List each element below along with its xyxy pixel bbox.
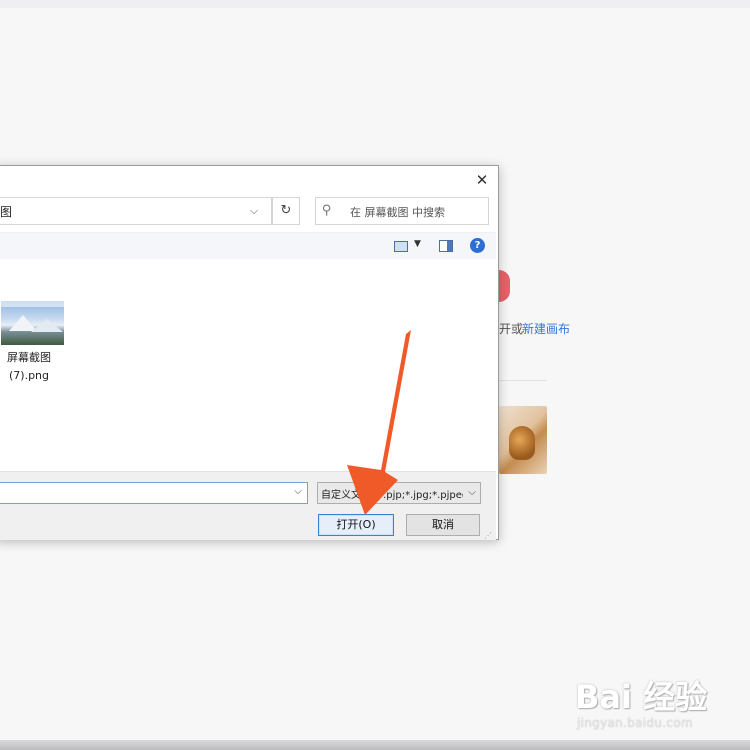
search-placeholder: 在 屏幕截图 中搜索 [350,206,445,219]
file-type-value: 自定义文件 (*.pjp;*.jpg;*.pjpeg [321,490,463,501]
bottom-band [0,740,750,750]
file-thumbnail [1,301,64,345]
file-type-select[interactable]: 自定义文件 (*.pjp;*.jpg;*.pjpeg ⌵ [317,482,481,504]
background-image-thumbnail[interactable] [499,406,547,474]
dialog-toolbar: ▼ ? [0,232,496,259]
view-options-icon[interactable] [394,241,408,252]
top-band [0,0,750,8]
file-name-line2: (7).png [8,369,49,382]
search-icon: ⚲ [322,203,332,218]
address-text: 图 [0,205,13,219]
background-divider [499,380,547,381]
filename-dropdown-icon[interactable]: ⌵ [291,483,305,501]
new-canvas-link[interactable]: 新建画布 [522,320,570,337]
background-hint-text: 开或 [499,322,524,336]
file-list-area: 屏幕截图 (7).png [0,259,496,471]
filename-field[interactable] [0,482,308,504]
open-file-dialog: ✕ 图 ⌵ ↻ ⚲ 在 屏幕截图 中搜索 ▼ ? 屏幕截图 (7).png ⌵ … [0,165,499,540]
preview-pane-icon[interactable] [439,240,453,252]
baidu-logo: Bai 经验 [575,678,708,716]
view-dropdown-icon[interactable]: ▼ [414,239,421,249]
cancel-button[interactable]: 取消 [406,514,480,536]
refresh-button[interactable]: ↻ [272,197,300,225]
file-name-line1: 屏幕截图 [7,351,51,364]
open-button[interactable]: 打开(O) [318,514,394,536]
baidu-watermark: Bai 经验 jingyan.baidu.com [575,672,707,730]
chevron-down-icon[interactable]: ⌵ [465,484,479,502]
close-icon[interactable]: ✕ [471,171,493,189]
jar-image [509,426,535,460]
resize-grip-icon[interactable]: ⋰ [484,531,493,540]
help-icon[interactable]: ? [470,238,485,253]
dialog-bottom-panel: ⌵ 自定义文件 (*.pjp;*.jpg;*.pjpeg ⌵ 打开(O) 取消 … [0,471,496,540]
file-name: 屏幕截图 (7).png [0,349,63,385]
watermark-url: jingyan.baidu.com [577,716,693,730]
chevron-down-icon[interactable]: ⌵ [244,202,264,220]
search-input[interactable]: ⚲ 在 屏幕截图 中搜索 [315,197,489,225]
address-bar[interactable]: 图 ⌵ [0,197,272,225]
